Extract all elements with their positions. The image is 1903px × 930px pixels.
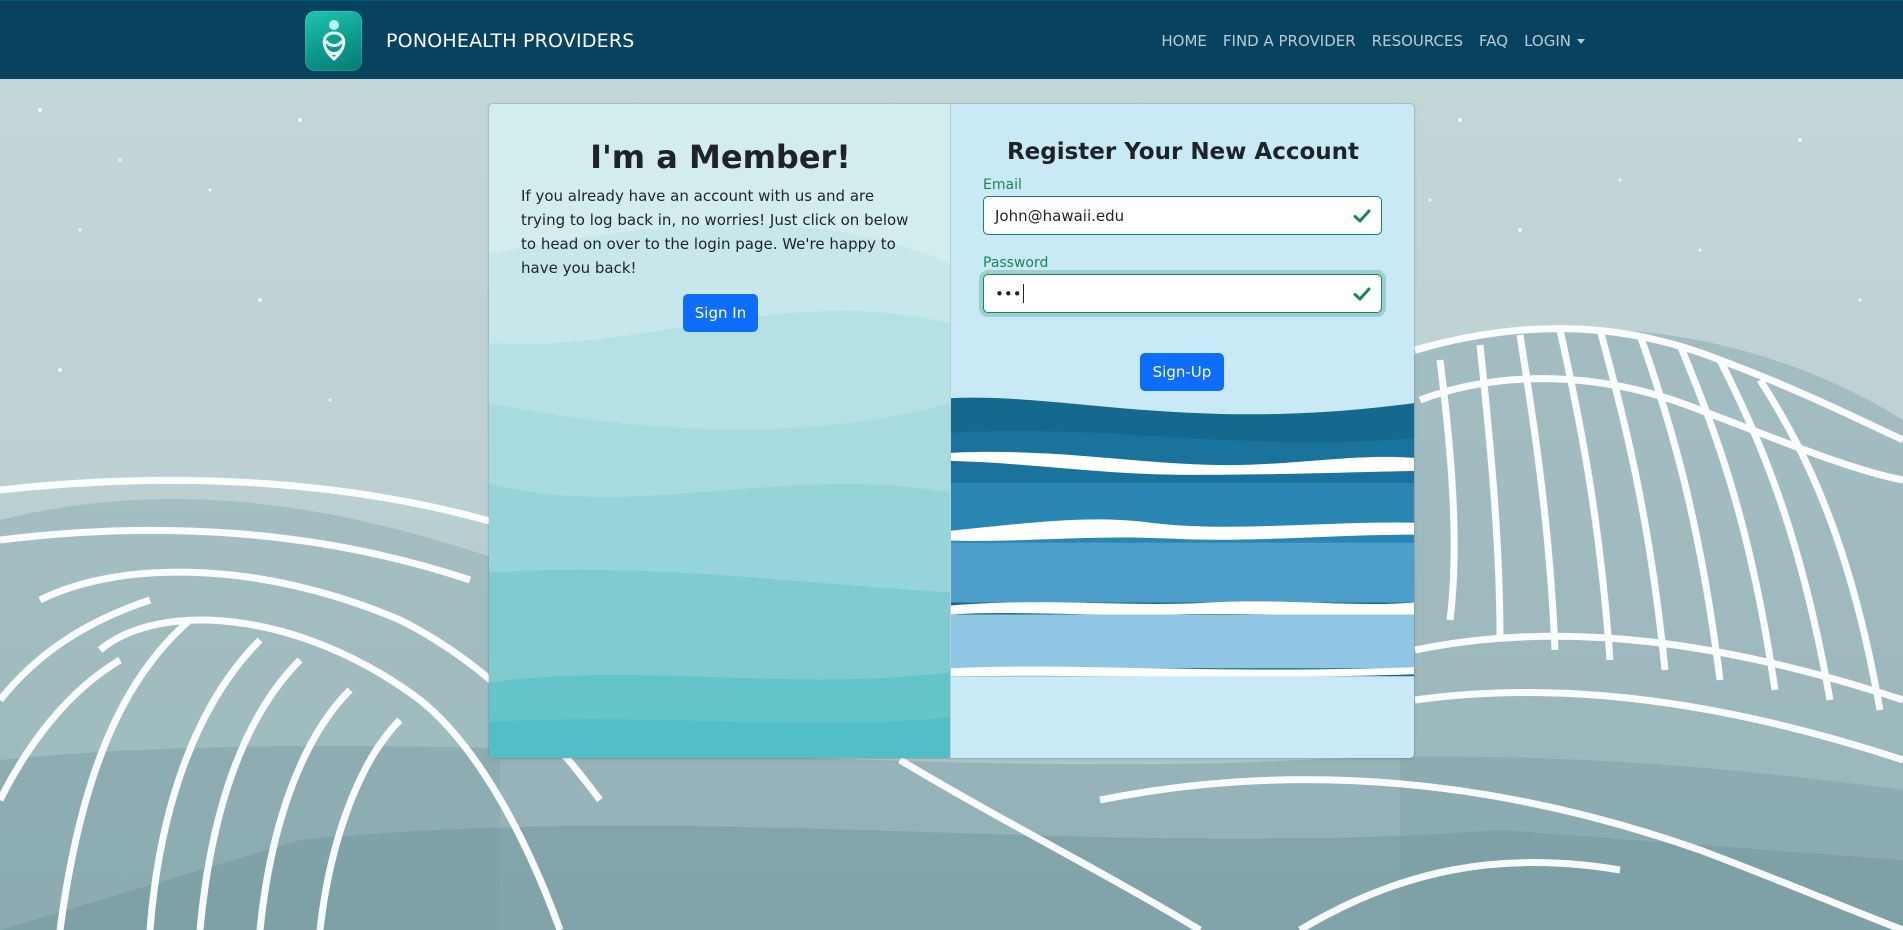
member-panel: I'm a Member! If you already have an acc… bbox=[489, 104, 951, 758]
check-icon bbox=[1353, 209, 1371, 223]
email-value: John@hawaii.edu bbox=[995, 206, 1125, 225]
nav-resources[interactable]: RESOURCES bbox=[1364, 32, 1471, 50]
top-navbar: PONOHEALTH PROVIDERS HOME FIND A PROVIDE… bbox=[0, 0, 1903, 79]
member-title: I'm a Member! bbox=[590, 138, 851, 176]
check-icon bbox=[1353, 287, 1371, 301]
nav-find-a-provider[interactable]: FIND A PROVIDER bbox=[1215, 32, 1364, 50]
password-label: Password bbox=[983, 255, 1049, 271]
email-label: Email bbox=[983, 177, 1022, 193]
ponohealth-logo-icon bbox=[305, 11, 362, 71]
brand-name: PONOHEALTH PROVIDERS bbox=[386, 30, 635, 52]
sign-in-button[interactable]: Sign In bbox=[683, 294, 758, 332]
nav-home[interactable]: HOME bbox=[1153, 32, 1215, 50]
nav-faq[interactable]: FAQ bbox=[1471, 32, 1516, 50]
brand-link[interactable]: PONOHEALTH PROVIDERS bbox=[305, 11, 635, 71]
nav-login-dropdown[interactable]: LOGIN bbox=[1516, 32, 1593, 50]
register-title: Register Your New Account bbox=[1006, 139, 1360, 165]
caret-down-icon bbox=[1577, 38, 1585, 44]
email-field[interactable]: John@hawaii.edu bbox=[983, 196, 1382, 235]
auth-card: I'm a Member! If you already have an acc… bbox=[488, 103, 1415, 759]
sign-up-button[interactable]: Sign-Up bbox=[1140, 353, 1224, 391]
nav-links: HOME FIND A PROVIDER RESOURCES FAQ LOGIN bbox=[1153, 1, 1593, 80]
nav-login-label: LOGIN bbox=[1524, 31, 1571, 50]
text-cursor bbox=[1022, 284, 1024, 303]
member-description: If you already have an account with us a… bbox=[521, 187, 909, 277]
password-field[interactable]: ••• bbox=[983, 274, 1382, 313]
password-value: ••• bbox=[995, 284, 1022, 303]
register-panel: Register Your New Account Email John@haw… bbox=[951, 104, 1414, 758]
